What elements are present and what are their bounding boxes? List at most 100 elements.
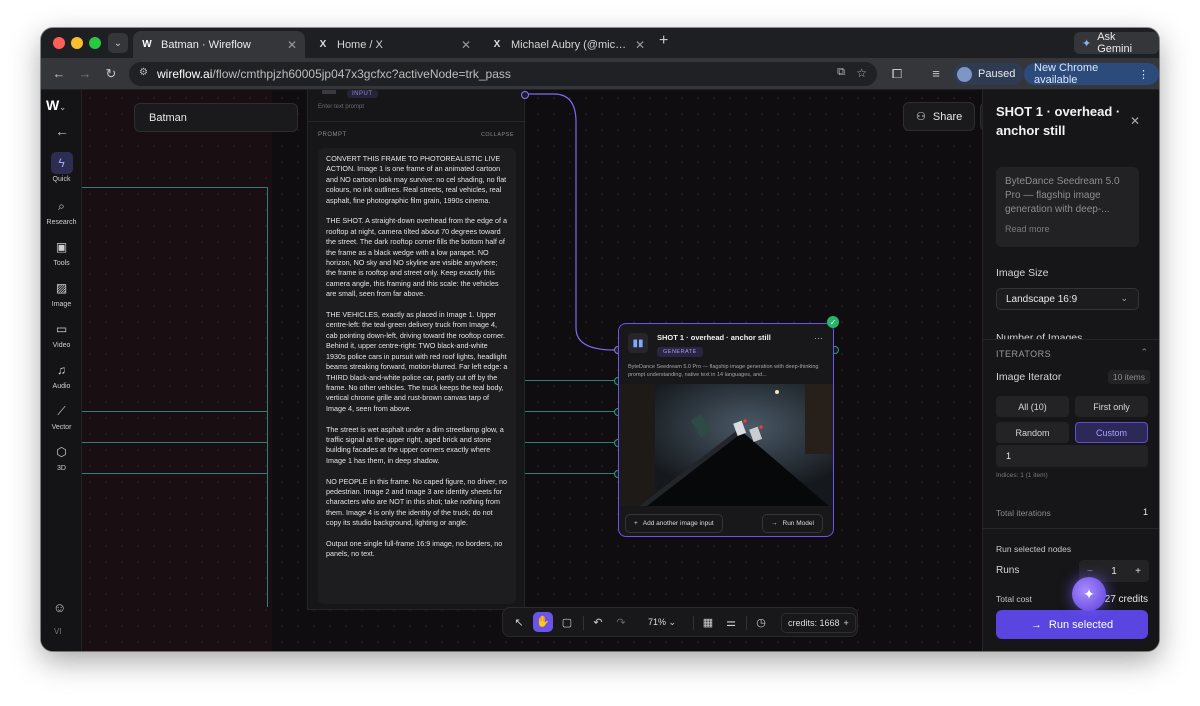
section-divider xyxy=(983,528,1159,529)
reload-icon[interactable]: ↻ xyxy=(103,66,119,82)
prompt-paragraph: THE VEHICLES, exactly as placed in Image… xyxy=(326,310,508,413)
x-favicon-icon: X xyxy=(319,39,327,50)
custom-indices-input[interactable]: 1 xyxy=(996,445,1148,467)
read-more-link[interactable]: Read more xyxy=(1005,224,1130,234)
bolt-icon: ϟ xyxy=(50,152,73,174)
zoom-value: 71% xyxy=(648,617,667,627)
project-name-field[interactable]: Batman xyxy=(134,103,298,132)
install-app-icon[interactable]: ⧉ xyxy=(837,66,845,79)
run-selected-button[interactable]: → Run selected xyxy=(996,610,1148,639)
ask-gemini-label: Ask Gemini xyxy=(1097,31,1133,55)
sidebar-item-quick[interactable]: ϟ Quick xyxy=(41,152,82,183)
forward-arrow-icon[interactable]: → xyxy=(77,66,93,81)
node-footer: + Add another image input → Run Model xyxy=(619,511,833,536)
comment-tool-icon[interactable]: ▢ xyxy=(559,615,575,631)
tab-title: Michael Aubry (@michaelaubry xyxy=(511,38,627,51)
sidebar-item-label: Tools xyxy=(53,260,70,267)
plus-icon[interactable]: + xyxy=(1135,566,1141,577)
update-chrome-button[interactable]: New Chrome available ⋮ xyxy=(1024,62,1159,86)
url-path: /flow/cmthpjzh60005jp047x3gcfxc?activeNo… xyxy=(212,67,511,81)
redo-icon[interactable]: ↷ xyxy=(613,615,629,631)
back-arrow-icon[interactable]: ← xyxy=(51,66,67,81)
maximize-window-button[interactable] xyxy=(89,37,101,49)
plus-icon: + xyxy=(843,618,849,628)
prompt-paragraph: THE SHOT. A straight-down overhead from … xyxy=(326,216,507,299)
indices-hint: Indices: 1 (1 item) xyxy=(996,472,1048,479)
gemini-sparkle-icon: ✦ xyxy=(1082,37,1092,50)
close-icon[interactable]: ✕ xyxy=(1130,114,1140,128)
pointer-tool-icon[interactable]: ↖ xyxy=(511,615,527,631)
profile-button[interactable]: Paused xyxy=(953,63,1025,85)
sidebar-item-vector[interactable]: ⟋ Vector xyxy=(41,400,82,431)
sidebar-item-video[interactable]: ▭ Video xyxy=(41,318,82,349)
research-icon: ⌕ xyxy=(58,199,65,213)
share-label: Share xyxy=(932,110,963,123)
sliders-icon[interactable]: ⚌ xyxy=(723,615,739,631)
chevron-down-icon: ⌄ xyxy=(668,617,677,627)
update-label: New Chrome available xyxy=(1034,62,1099,86)
minimize-window-button[interactable] xyxy=(71,37,83,49)
more-options-icon[interactable]: ⋯ xyxy=(814,333,823,344)
total-cost-value: 27 credits xyxy=(1104,594,1148,605)
history-clock-icon[interactable]: ◷ xyxy=(753,615,769,631)
generated-image-preview[interactable] xyxy=(619,384,833,506)
close-window-button[interactable] xyxy=(53,37,65,49)
iterator-option-custom[interactable]: Custom xyxy=(1075,422,1148,443)
flow-canvas[interactable]: Batman ⚇ Share → Ru xyxy=(82,90,1040,651)
hand-tool-icon[interactable]: ✋ xyxy=(533,612,553,632)
image-size-label: Image Size xyxy=(996,267,1049,279)
grid-icon[interactable]: ▦ xyxy=(700,615,716,631)
iterator-option-first[interactable]: First only xyxy=(1075,396,1148,417)
toolbar-divider xyxy=(746,616,747,630)
sidebar-item-label: Quick xyxy=(52,176,71,183)
extensions-icon[interactable]: ⧠ xyxy=(889,66,905,82)
sidebar-item-audio[interactable]: ♫ Audio xyxy=(41,359,82,390)
close-tab-icon[interactable]: ✕ xyxy=(461,38,471,52)
share-button[interactable]: ⚇ Share xyxy=(903,102,976,131)
ask-gemini-button[interactable]: ✦ Ask Gemini xyxy=(1074,31,1159,55)
generate-node[interactable]: ▮▮ SHOT 1 · overhead · anchor still GENE… xyxy=(618,323,834,537)
tab-michael-aubry[interactable]: X Michael Aubry (@michaelaubry ✕ xyxy=(483,31,653,58)
run-model-button[interactable]: → Run Model xyxy=(762,514,823,533)
browser-window: ⌄ W Batman · Wireflow ✕ X Home / X ✕ X M… xyxy=(41,28,1159,651)
image-size-select[interactable]: Landscape 16:9 ⌄ xyxy=(996,288,1139,310)
address-bar[interactable]: ⚙ wireflow.ai/flow/cmthpjzh60005jp047x3g… xyxy=(129,62,877,86)
credits-button[interactable]: credits: 1668 + xyxy=(781,613,856,633)
sidebar-item-image[interactable]: ▨ Image xyxy=(41,277,82,308)
site-settings-icon[interactable]: ⚙ xyxy=(139,67,148,78)
chevron-up-icon[interactable]: ⌃ xyxy=(1140,347,1148,358)
prompt-node-panel: INPUT Enter text prompt PROMPT COLLAPSE … xyxy=(307,90,526,610)
close-tab-icon[interactable]: ✕ xyxy=(287,38,297,52)
bookmark-star-icon[interactable]: ☆ xyxy=(856,66,867,80)
iterator-option-all[interactable]: All (10) xyxy=(996,396,1069,417)
x-favicon-icon: X xyxy=(493,39,501,50)
close-tab-icon[interactable]: ✕ xyxy=(635,38,645,52)
runs-label: Runs xyxy=(996,565,1020,576)
add-image-input-button[interactable]: + Add another image input xyxy=(625,514,723,533)
prompt-textarea[interactable]: CONVERT THIS FRAME TO PHOTOREALISTIC LIV… xyxy=(318,148,516,604)
prompt-output-port[interactable] xyxy=(521,91,529,99)
sidebar-item-research[interactable]: ⌕ Research xyxy=(41,195,82,226)
connection-edge xyxy=(267,187,268,607)
new-tab-button[interactable]: + xyxy=(659,32,668,50)
back-button[interactable]: ← xyxy=(51,120,73,142)
wireflow-logo[interactable]: W⌄ xyxy=(46,97,66,113)
success-check-icon: ✓ xyxy=(827,316,839,328)
minus-icon[interactable]: − xyxy=(1087,566,1093,577)
tab-wireflow[interactable]: W Batman · Wireflow ✕ xyxy=(133,31,305,58)
tab-search-button[interactable]: ⌄ xyxy=(108,33,128,53)
iterator-option-random[interactable]: Random xyxy=(996,422,1069,443)
discord-icon[interactable]: ☺ xyxy=(53,600,66,615)
sidebar-item-tools[interactable]: ▣ Tools xyxy=(41,236,82,267)
collapse-button[interactable]: COLLAPSE xyxy=(481,132,514,138)
sidebar-item-3d[interactable]: ⬡ 3D xyxy=(41,441,82,472)
zoom-level[interactable]: 71% ⌄ xyxy=(648,617,676,628)
prompt-placeholder[interactable]: Enter text prompt xyxy=(318,104,364,110)
total-iterations-value: 1 xyxy=(1142,507,1148,517)
toolbox-icon: ▣ xyxy=(55,240,68,254)
undo-icon[interactable]: ↶ xyxy=(590,615,606,631)
ai-assistant-sparkle-icon[interactable]: ✦ xyxy=(1072,577,1106,611)
image-size-value: Landscape 16:9 xyxy=(1006,293,1078,305)
tab-home-x[interactable]: X Home / X ✕ xyxy=(309,31,479,58)
reading-list-icon[interactable]: ≡ xyxy=(928,66,944,81)
